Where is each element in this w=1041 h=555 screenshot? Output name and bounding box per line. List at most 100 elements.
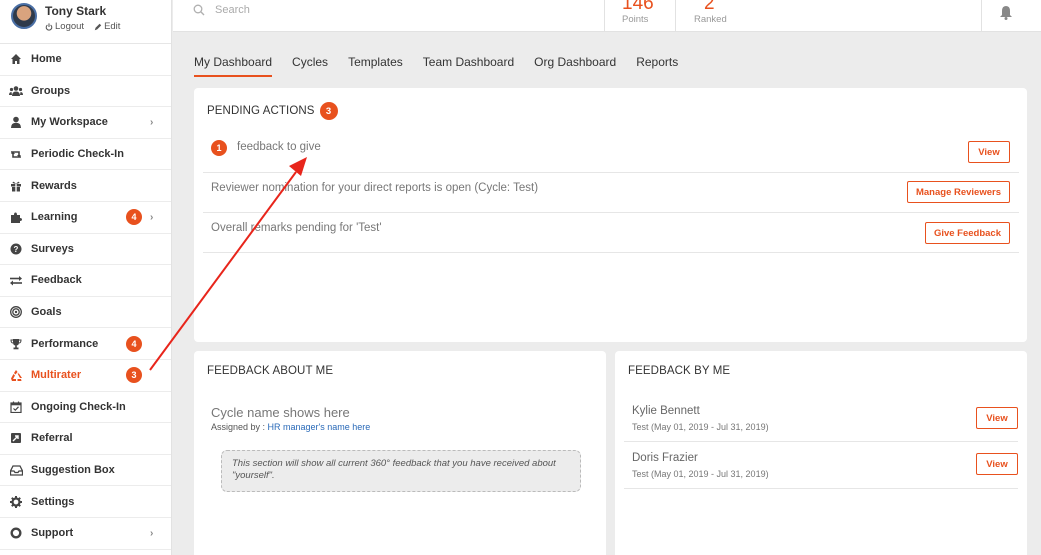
avatar[interactable] bbox=[11, 3, 37, 29]
search-icon bbox=[193, 4, 205, 16]
users-icon bbox=[9, 84, 23, 98]
cycle-dates: Test (May 01, 2019 - Jul 31, 2019) bbox=[632, 422, 769, 432]
points-value: 146 bbox=[622, 0, 654, 14]
chevron-right-icon: › bbox=[150, 527, 154, 539]
sidebar-item-label: Settings bbox=[31, 495, 75, 508]
tab-team-dashboard[interactable]: Team Dashboard bbox=[423, 55, 514, 77]
divider bbox=[675, 0, 676, 32]
manage-reviewers-button[interactable]: Manage Reviewers bbox=[906, 181, 1010, 203]
sidebar-item-multirater[interactable]: Multirater 3 bbox=[0, 360, 171, 392]
feedback-about-me-title: FEEDBACK ABOUT ME bbox=[207, 365, 334, 377]
pending-row: 1 feedback to give View bbox=[203, 128, 1019, 173]
sidebar-item-label: Rewards bbox=[31, 179, 77, 192]
tab-my-dashboard[interactable]: My Dashboard bbox=[194, 55, 273, 77]
pending-row-text: feedback to give bbox=[237, 141, 321, 153]
divider bbox=[981, 0, 982, 32]
pending-row: Reviewer nomination for your direct repo… bbox=[203, 173, 1019, 213]
sidebar-item-label: Support bbox=[31, 527, 74, 540]
pending-row-text: Reviewer nomination for your direct repo… bbox=[211, 182, 539, 194]
info-note: This section will show all current 360° … bbox=[221, 450, 581, 492]
sidebar-item-periodic-check-in[interactable]: Periodic Check-In bbox=[0, 139, 171, 171]
retweet-icon bbox=[9, 147, 23, 161]
sidebar-nav: Home Groups My Workspace › Periodic Chec… bbox=[0, 44, 171, 550]
learning-badge: 4 bbox=[126, 209, 142, 226]
give-feedback-button[interactable]: Give Feedback bbox=[924, 222, 1010, 244]
tab-cycles[interactable]: Cycles bbox=[292, 55, 328, 77]
profile-header: Tony Stark Logout Edit bbox=[0, 0, 171, 44]
logout-link[interactable]: Logout bbox=[45, 21, 84, 32]
calendar-check-icon bbox=[9, 400, 23, 414]
sidebar-item-label: Ongoing Check-In bbox=[31, 400, 126, 413]
sidebar-item-label: Suggestion Box bbox=[31, 464, 115, 477]
reviewee-name: Doris Frazier bbox=[632, 452, 698, 464]
sidebar-item-label: Home bbox=[31, 53, 62, 66]
multirater-badge: 3 bbox=[126, 367, 142, 384]
pending-actions-heading: PENDING ACTIONS bbox=[207, 105, 315, 117]
sidebar-item-label: Surveys bbox=[31, 242, 74, 255]
sidebar-item-label: Learning bbox=[31, 211, 78, 224]
divider bbox=[604, 0, 605, 32]
feedback-about-me-card: FEEDBACK ABOUT ME Cycle name shows here … bbox=[194, 351, 606, 555]
sidebar-item-groups[interactable]: Groups bbox=[0, 76, 171, 108]
sidebar-item-label: Multirater bbox=[31, 369, 82, 382]
gift-icon bbox=[9, 179, 23, 193]
sidebar-item-performance[interactable]: Performance 4 bbox=[0, 328, 171, 360]
view-feedback-button[interactable]: View bbox=[968, 141, 1010, 163]
cycle-name: Cycle name shows here bbox=[211, 405, 350, 420]
feedback-by-me-title: FEEDBACK BY ME bbox=[628, 365, 731, 377]
sidebar-item-label: Referral bbox=[31, 432, 73, 445]
points-stat: 146 Points bbox=[622, 0, 654, 25]
sidebar-item-rewards[interactable]: Rewards bbox=[0, 170, 171, 202]
list-item: Doris Frazier Test (May 01, 2019 - Jul 3… bbox=[624, 442, 1018, 489]
view-button[interactable]: View bbox=[976, 453, 1018, 475]
search-box[interactable]: Search bbox=[193, 4, 250, 16]
sidebar-item-settings[interactable]: Settings bbox=[0, 486, 171, 518]
assigned-by: Assigned by : HR manager's name here bbox=[211, 422, 370, 432]
reviewee-name: Kylie Bennett bbox=[632, 405, 700, 417]
feedback-by-me-card: FEEDBACK BY ME Kylie Bennett Test (May 0… bbox=[615, 351, 1027, 555]
pending-count-badge: 3 bbox=[319, 102, 338, 120]
sidebar-item-home[interactable]: Home bbox=[0, 44, 171, 76]
ranked-value: 2 bbox=[704, 0, 715, 14]
home-icon bbox=[9, 52, 23, 66]
list-item: Kylie Bennett Test (May 01, 2019 - Jul 3… bbox=[624, 397, 1018, 442]
pending-actions-card: PENDING ACTIONS 3 1 feedback to give Vie… bbox=[194, 88, 1027, 342]
edit-link[interactable]: Edit bbox=[94, 21, 120, 32]
performance-badge: 4 bbox=[126, 335, 142, 352]
question-icon: ? bbox=[9, 242, 23, 256]
sidebar-item-label: Goals bbox=[31, 306, 62, 319]
sidebar-item-suggestion-box[interactable]: Suggestion Box bbox=[0, 455, 171, 487]
dashboard-tabs: My Dashboard Cycles Templates Team Dashb… bbox=[194, 55, 698, 77]
tab-reports[interactable]: Reports bbox=[636, 55, 678, 77]
sidebar-item-my-workspace[interactable]: My Workspace › bbox=[0, 107, 171, 139]
sidebar-item-feedback[interactable]: Feedback bbox=[0, 265, 171, 297]
svg-text:?: ? bbox=[14, 245, 19, 254]
puzzle-icon bbox=[9, 210, 23, 224]
chevron-right-icon: › bbox=[150, 116, 154, 128]
lifebuoy-icon bbox=[9, 526, 23, 540]
pencil-icon bbox=[94, 23, 102, 30]
chevron-right-icon: › bbox=[150, 211, 154, 223]
sidebar-item-learning[interactable]: Learning 4 › bbox=[0, 202, 171, 234]
assigned-by-link[interactable]: HR manager's name here bbox=[268, 422, 371, 432]
exchange-icon bbox=[9, 273, 23, 287]
trophy-icon bbox=[9, 337, 23, 351]
sidebar-item-surveys[interactable]: ? Surveys bbox=[0, 234, 171, 266]
profile-name: Tony Stark bbox=[45, 4, 107, 18]
sidebar-item-goals[interactable]: Goals bbox=[0, 297, 171, 329]
inbox-icon bbox=[9, 463, 23, 477]
bell-icon[interactable] bbox=[999, 5, 1013, 20]
pending-row: Overall remarks pending for 'Test' Give … bbox=[203, 213, 1019, 253]
gear-icon bbox=[9, 495, 23, 509]
view-button[interactable]: View bbox=[976, 407, 1018, 429]
logout-label: Logout bbox=[55, 21, 85, 32]
sidebar: Tony Stark Logout Edit Home Groups My Wo… bbox=[0, 0, 172, 555]
sidebar-item-label: Feedback bbox=[31, 274, 82, 287]
tab-org-dashboard[interactable]: Org Dashboard bbox=[534, 55, 616, 77]
sidebar-item-referral[interactable]: Referral bbox=[0, 423, 171, 455]
sidebar-item-support[interactable]: Support › bbox=[0, 518, 171, 550]
sidebar-item-ongoing-check-in[interactable]: Ongoing Check-In bbox=[0, 392, 171, 424]
pending-actions-title: PENDING ACTIONS 3 bbox=[207, 102, 338, 120]
tab-templates[interactable]: Templates bbox=[348, 55, 403, 77]
search-input[interactable]: Search bbox=[215, 4, 250, 16]
